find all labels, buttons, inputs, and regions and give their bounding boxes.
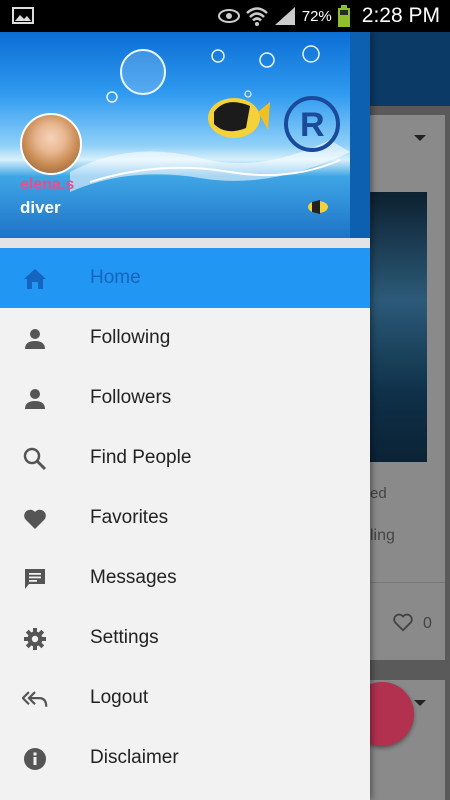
menu-item-label: Following [90, 327, 171, 348]
menu-item-logout[interactable]: Logout [0, 668, 370, 728]
post-image [370, 192, 427, 462]
post-text-fragment: ed [370, 485, 387, 502]
person-icon [22, 386, 48, 412]
menu-item-home[interactable]: Home [0, 248, 370, 308]
wifi-icon [245, 7, 268, 26]
person-icon [22, 326, 48, 352]
menu-item-messages[interactable]: Messages [0, 548, 370, 608]
menu-item-favorites[interactable]: Favorites [0, 488, 370, 548]
card-menu-caret-icon [414, 135, 426, 141]
gear-icon [22, 626, 48, 652]
username: elena.s [20, 176, 75, 193]
header-edge [350, 32, 370, 238]
menu-item-label: Followers [90, 387, 172, 408]
menu-item-followers[interactable]: Followers [0, 368, 370, 428]
heart-icon [22, 506, 48, 532]
drawer-menu: Home Following Followers Find People Fav… [0, 248, 370, 788]
menu-item-label: Favorites [90, 507, 169, 528]
home-icon [22, 266, 48, 292]
navigation-drawer: R elena.s diver Home Following Followers [0, 32, 370, 800]
like-count: 0 [423, 615, 432, 632]
eye-icon [217, 9, 240, 23]
menu-item-label: Find People [90, 447, 192, 468]
status-bar: 72% 2:28 PM [0, 0, 450, 32]
menu-item-label: Messages [90, 567, 177, 588]
menu-item-find-people[interactable]: Find People [0, 428, 370, 488]
card-menu-caret-icon [414, 700, 426, 706]
image-notification-icon [12, 7, 34, 24]
signal-icon [274, 7, 295, 25]
menu-item-disclaimer[interactable]: Disclaimer [0, 728, 370, 788]
like-heart-icon [393, 613, 413, 632]
background-toolbar [370, 32, 450, 106]
battery-icon [337, 5, 350, 27]
menu-item-label: Settings [90, 627, 159, 648]
menu-item-label: Home [90, 267, 141, 288]
menu-item-label: Logout [90, 687, 149, 708]
menu-item-label: Disclaimer [90, 747, 179, 768]
menu-item-settings[interactable]: Settings [0, 608, 370, 668]
battery-percent: 72% [301, 7, 332, 25]
clock: 2:28 PM [361, 4, 440, 27]
svg-text:R: R [300, 106, 325, 144]
background-post-card: ed ling 0 [370, 115, 445, 660]
reply-all-icon [22, 686, 48, 712]
divider [370, 582, 445, 583]
info-icon [22, 746, 48, 772]
avatar[interactable] [20, 113, 82, 175]
header-divider [0, 238, 370, 248]
drawer-header: R elena.s diver [0, 32, 370, 238]
search-icon [22, 446, 48, 472]
message-icon [22, 566, 48, 592]
menu-item-following[interactable]: Following [0, 308, 370, 368]
status-right: 72% 2:28 PM [217, 0, 440, 32]
post-text-fragment: ling [370, 527, 395, 544]
user-role: diver [20, 198, 61, 217]
